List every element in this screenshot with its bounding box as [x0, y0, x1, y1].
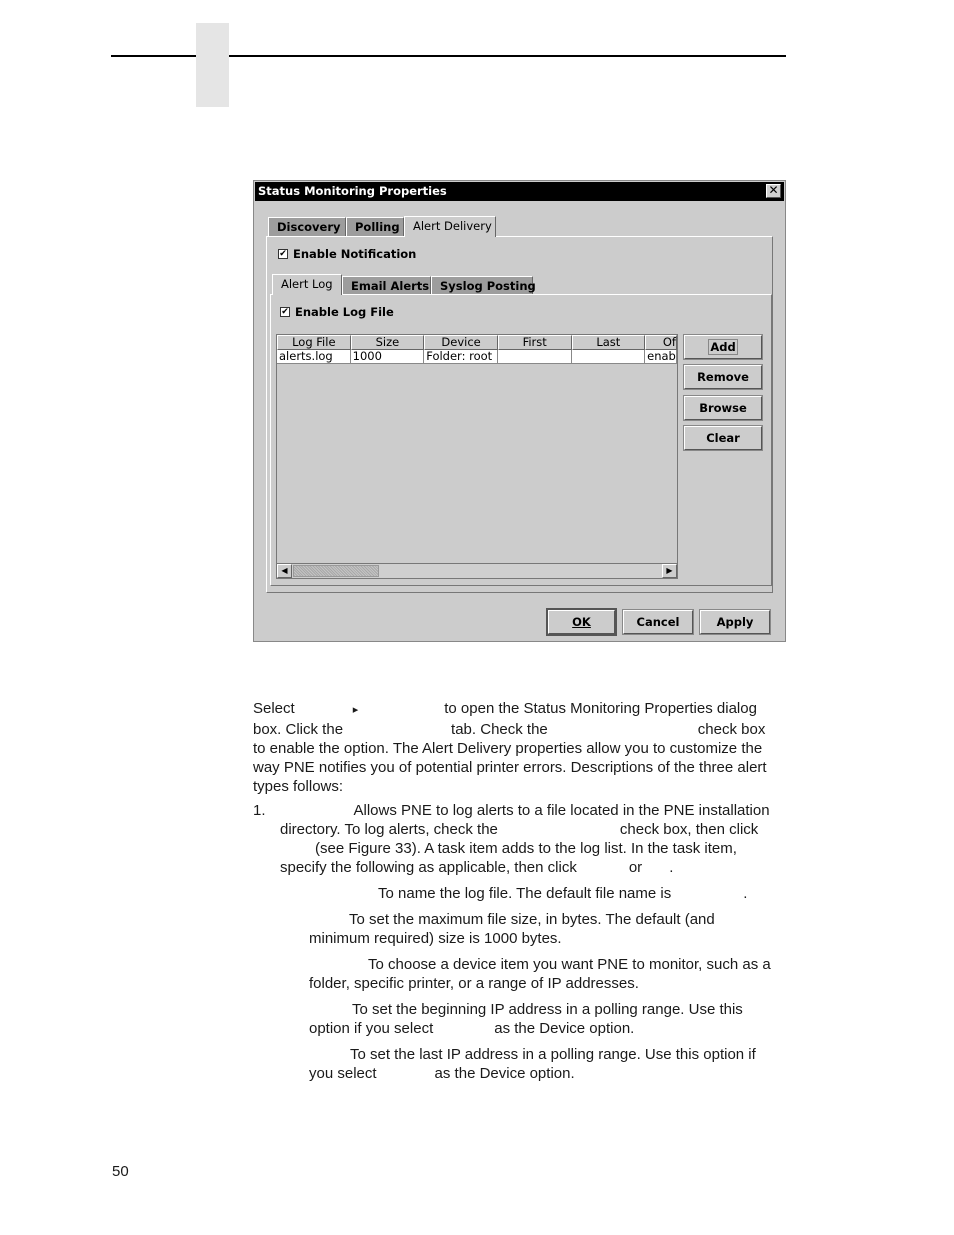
text: or [628, 859, 643, 876]
cell-log-file[interactable]: alerts.log [277, 350, 351, 364]
text: specify the following as applicable, the… [280, 859, 577, 876]
ok-button[interactable]: OK [546, 608, 617, 636]
arrow-right-icon: ▶ [666, 566, 673, 575]
apply-button-label: Apply [716, 615, 754, 629]
checkbox-check-icon: ✔ [278, 249, 288, 259]
close-button[interactable]: ✕ [766, 184, 781, 198]
scroll-right-button[interactable]: ▶ [662, 564, 677, 578]
subtab-alert-log-label: Alert Log [281, 277, 333, 291]
intro-paragraph: Select ▸ to open the Status Monitoring Pro… [253, 699, 793, 796]
cancel-button[interactable]: Cancel [622, 609, 694, 635]
cancel-button-label: Cancel [636, 615, 680, 629]
column-header-log-file[interactable]: Log File [277, 335, 351, 350]
submenu-arrow-icon: ▸ [352, 704, 359, 716]
subtab-alert-log[interactable]: Alert Log [272, 274, 342, 295]
column-header-of[interactable]: Of [645, 335, 677, 350]
tab-discovery-label: Discovery [277, 220, 341, 234]
sub-item-size: To set the maximum file size, in bytes. … [309, 910, 789, 948]
text: minimum required) size is 1000 bytes. [309, 930, 562, 947]
text: To set the maximum file size, in bytes. … [349, 911, 715, 928]
column-header-last[interactable]: Last [571, 335, 646, 350]
list-number: 1. [253, 802, 266, 819]
enable-log-file-label: Enable Log File [295, 305, 394, 319]
ok-button-label: OK [572, 615, 591, 629]
dialog-titlebar: Status Monitoring Properties ✕ [255, 182, 784, 201]
text: (see Figure 33). A task item adds to the… [315, 840, 737, 857]
close-icon: ✕ [768, 183, 779, 197]
cell-size[interactable]: 1000 [350, 350, 425, 364]
text: check box, then click [619, 821, 759, 838]
text: To name the log file. The default file n… [378, 885, 672, 902]
subtab-email-alerts-label: Email Alerts [351, 279, 430, 293]
sub-item-device: To choose a device item you want PNE to … [309, 955, 789, 993]
subtab-syslog-posting-label: Syslog Posting [440, 279, 536, 293]
text: to open the Status Monitoring Properties… [444, 700, 757, 717]
text: option if you select [309, 1020, 434, 1037]
sub-item-first: To set the beginning IP address in a pol… [309, 1000, 789, 1038]
chapter-tab-marker [196, 23, 229, 107]
text: as the Device option. [434, 1065, 575, 1082]
page-number: 50 [112, 1163, 129, 1180]
text: way PNE notifies you of potential printe… [253, 759, 767, 776]
text: folder, specific printer, or a range of … [309, 975, 639, 992]
sub-item-log-file: To name the log file. The default file n… [378, 884, 747, 903]
add-button[interactable]: Add [683, 334, 763, 360]
text: . [743, 885, 748, 902]
clear-button-label: Clear [706, 431, 740, 445]
table-row[interactable]: alerts.log 1000 Folder: root enabl [277, 350, 677, 364]
tab-alert-delivery-label: Alert Delivery [413, 219, 492, 233]
enable-notification-label: Enable Notification [293, 247, 417, 261]
apply-button[interactable]: Apply [699, 609, 771, 635]
column-header-device[interactable]: Device [424, 335, 498, 350]
remove-button[interactable]: Remove [683, 364, 763, 390]
cell-of[interactable]: enabl [645, 350, 677, 364]
horizontal-scrollbar[interactable]: ◀ ▶ [277, 563, 677, 578]
text: as the Device option. [494, 1020, 635, 1037]
text: Allows PNE to log alerts to a file locat… [353, 802, 770, 819]
add-button-label: Add [708, 339, 738, 355]
cell-last[interactable] [571, 350, 646, 364]
text: tab. Check the [451, 721, 548, 738]
text: To choose a device item you want PNE to … [368, 956, 771, 973]
text: To set the last IP address in a polling … [350, 1046, 756, 1063]
column-header-first[interactable]: First [497, 335, 572, 350]
subtab-email-alerts[interactable]: Email Alerts [342, 276, 431, 295]
list-item-1: 1. Allows PNE to log alerts to a file loc… [253, 801, 793, 877]
scrollbar-thumb[interactable] [293, 565, 379, 577]
browse-button[interactable]: Browse [683, 395, 763, 421]
enable-notification-checkbox[interactable]: ✔ Enable Notification [278, 247, 416, 261]
dialog-title: Status Monitoring Properties [258, 184, 447, 198]
text: to enable the option. The Alert Delivery… [253, 740, 763, 757]
checkbox-check-icon: ✔ [280, 307, 290, 317]
text: types follows: [253, 778, 344, 795]
log-file-table[interactable]: Log File Size Device First Last Of alert… [276, 334, 678, 579]
cell-device[interactable]: Folder: root [424, 350, 498, 364]
tab-polling[interactable]: Polling [346, 217, 404, 236]
text: check box [697, 721, 766, 738]
status-monitoring-properties-dialog: Status Monitoring Properties ✕ Discovery… [253, 180, 786, 642]
cell-first[interactable] [497, 350, 572, 364]
text: Select [253, 700, 295, 717]
text: box. Click the [253, 721, 344, 738]
table-header: Log File Size Device First Last Of [277, 335, 677, 350]
subtab-syslog-posting[interactable]: Syslog Posting [431, 276, 536, 295]
enable-log-file-checkbox[interactable]: ✔ Enable Log File [280, 305, 394, 319]
sub-item-last: To set the last IP address in a polling … [309, 1045, 789, 1083]
text: To set the beginning IP address in a pol… [352, 1001, 743, 1018]
tab-discovery[interactable]: Discovery [268, 217, 346, 236]
clear-button[interactable]: Clear [683, 425, 763, 451]
remove-button-label: Remove [697, 370, 749, 384]
scroll-left-button[interactable]: ◀ [277, 564, 292, 578]
tab-alert-delivery[interactable]: Alert Delivery [404, 216, 496, 237]
text: . [669, 859, 674, 876]
column-header-size[interactable]: Size [350, 335, 425, 350]
tab-polling-label: Polling [355, 220, 400, 234]
text: you select [309, 1065, 377, 1082]
browse-button-label: Browse [699, 401, 747, 415]
text: directory. To log alerts, check the [280, 821, 498, 838]
arrow-left-icon: ◀ [281, 566, 288, 575]
